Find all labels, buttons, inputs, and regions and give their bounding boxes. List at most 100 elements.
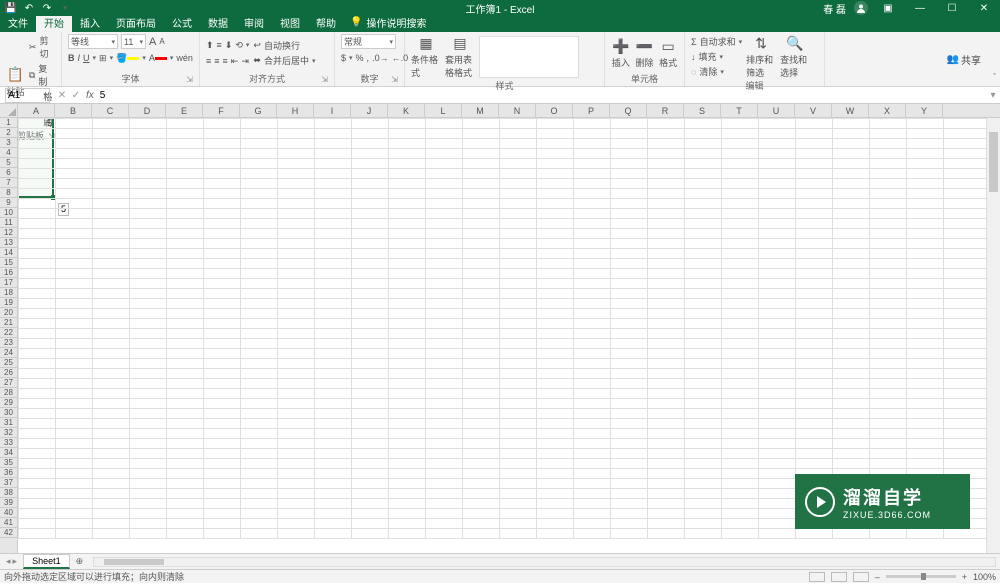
sheet-tab-1[interactable]: Sheet1 <box>23 554 70 569</box>
close-icon[interactable]: ✕ <box>972 3 996 14</box>
zoom-level[interactable]: 100% <box>973 572 996 582</box>
horizontal-scrollbar[interactable] <box>93 557 996 567</box>
underline-button[interactable]: U <box>83 51 90 65</box>
shrink-font-button[interactable]: A <box>159 35 164 49</box>
percent-button[interactable]: % <box>356 51 364 65</box>
zoom-in-button[interactable]: + <box>962 572 967 582</box>
align-left-button[interactable]: ≡ <box>206 54 211 68</box>
row-header[interactable]: 7 <box>0 178 17 188</box>
column-header[interactable]: O <box>536 104 573 117</box>
row-header[interactable]: 35 <box>0 458 17 468</box>
row-header[interactable]: 26 <box>0 368 17 378</box>
row-header[interactable]: 38 <box>0 488 17 498</box>
row-header[interactable]: 24 <box>0 348 17 358</box>
row-header[interactable]: 12 <box>0 228 17 238</box>
row-header[interactable]: 34 <box>0 448 17 458</box>
insert-cells-button[interactable]: ➕插入 <box>611 37 631 69</box>
column-header[interactable]: U <box>758 104 795 117</box>
save-icon[interactable]: 💾 <box>4 1 18 15</box>
row-header[interactable]: 28 <box>0 388 17 398</box>
zoom-thumb[interactable] <box>921 573 926 580</box>
row-header[interactable]: 15 <box>0 258 17 268</box>
row-header[interactable]: 4 <box>0 148 17 158</box>
decrease-indent-button[interactable]: ⇤ <box>231 54 239 68</box>
align-middle-button[interactable]: ≡ <box>217 38 222 52</box>
row-header[interactable]: 29 <box>0 398 17 408</box>
column-header[interactable]: D <box>129 104 166 117</box>
hscroll-thumb[interactable] <box>104 559 164 565</box>
row-header[interactable]: 41 <box>0 518 17 528</box>
increase-decimal-button[interactable]: .0→ <box>372 51 389 65</box>
column-header[interactable]: A <box>18 104 55 117</box>
column-header[interactable]: C <box>92 104 129 117</box>
row-header[interactable]: 37 <box>0 478 17 488</box>
row-header[interactable]: 14 <box>0 248 17 258</box>
column-header[interactable]: R <box>647 104 684 117</box>
align-launcher-icon[interactable]: ⇲ <box>321 75 328 84</box>
column-header[interactable]: W <box>832 104 869 117</box>
undo-icon[interactable]: ↶ <box>22 1 36 15</box>
account-name[interactable]: 春 磊 <box>823 1 846 16</box>
increase-indent-button[interactable]: ⇥ <box>241 54 249 68</box>
row-headers[interactable]: 1234567891011121314151617181920212223242… <box>0 118 18 553</box>
row-header[interactable]: 16 <box>0 268 17 278</box>
font-name-combo[interactable]: 等线▾ <box>68 34 118 49</box>
row-header[interactable]: 13 <box>0 238 17 248</box>
row-header[interactable]: 1 <box>0 118 17 128</box>
zoom-out-button[interactable]: – <box>875 572 880 582</box>
row-header[interactable]: 25 <box>0 358 17 368</box>
avatar-icon[interactable] <box>854 1 868 15</box>
minimize-icon[interactable]: — <box>908 3 932 14</box>
row-header[interactable]: 39 <box>0 498 17 508</box>
row-header[interactable]: 31 <box>0 418 17 428</box>
font-size-combo[interactable]: 11▾ <box>121 34 146 49</box>
column-header[interactable]: V <box>795 104 832 117</box>
expand-formula-icon[interactable]: ▾ <box>986 90 1000 101</box>
cut-button[interactable]: ✂剪切 <box>29 34 55 60</box>
fx-icon[interactable]: fx <box>83 90 97 101</box>
align-right-button[interactable]: ≡ <box>223 54 228 68</box>
row-header[interactable]: 9 <box>0 198 17 208</box>
qat-customize-icon[interactable]: ▾ <box>58 1 72 15</box>
row-header[interactable]: 40 <box>0 508 17 518</box>
sheet-prev-icon[interactable]: ◂ <box>6 556 11 567</box>
border-button[interactable]: ⊞ <box>99 51 107 65</box>
column-header[interactable]: L <box>425 104 462 117</box>
zoom-slider[interactable] <box>886 575 956 578</box>
vertical-scrollbar[interactable] <box>986 118 1000 553</box>
select-all-button[interactable] <box>0 104 18 118</box>
column-header[interactable]: I <box>314 104 351 117</box>
normal-view-icon[interactable] <box>809 572 825 582</box>
sort-filter-button[interactable]: ⇅排序和筛选 <box>746 34 776 79</box>
column-header[interactable]: M <box>462 104 499 117</box>
column-header[interactable]: H <box>277 104 314 117</box>
column-header[interactable]: P <box>573 104 610 117</box>
collapse-ribbon-icon[interactable]: ˇ <box>989 68 1000 86</box>
row-header[interactable]: 36 <box>0 468 17 478</box>
find-select-button[interactable]: 🔍查找和选择 <box>780 34 810 79</box>
row-header[interactable]: 42 <box>0 528 17 538</box>
sheet-next-icon[interactable]: ▸ <box>13 556 18 567</box>
column-header[interactable]: S <box>684 104 721 117</box>
row-header[interactable]: 8 <box>0 188 17 198</box>
column-header[interactable]: J <box>351 104 388 117</box>
align-bottom-button[interactable]: ⬇ <box>225 38 233 52</box>
conditional-format-button[interactable]: ▦条件格式 <box>411 34 441 79</box>
row-header[interactable]: 22 <box>0 328 17 338</box>
row-header[interactable]: 32 <box>0 428 17 438</box>
number-format-combo[interactable]: 常规▾ <box>341 34 396 49</box>
row-header[interactable]: 11 <box>0 218 17 228</box>
align-top-button[interactable]: ⬆ <box>206 38 214 52</box>
new-sheet-button[interactable]: ⊕ <box>70 556 90 567</box>
row-header[interactable]: 20 <box>0 308 17 318</box>
number-launcher-icon[interactable]: ⇲ <box>391 75 398 84</box>
row-header[interactable]: 18 <box>0 288 17 298</box>
column-header[interactable]: Y <box>906 104 943 117</box>
name-box[interactable]: A1▾ <box>5 88 50 103</box>
clear-button[interactable]: ◌清除▾ <box>691 65 742 78</box>
row-header[interactable]: 6 <box>0 168 17 178</box>
column-header[interactable]: K <box>388 104 425 117</box>
column-header[interactable]: N <box>499 104 536 117</box>
row-header[interactable]: 5 <box>0 158 17 168</box>
row-header[interactable]: 19 <box>0 298 17 308</box>
